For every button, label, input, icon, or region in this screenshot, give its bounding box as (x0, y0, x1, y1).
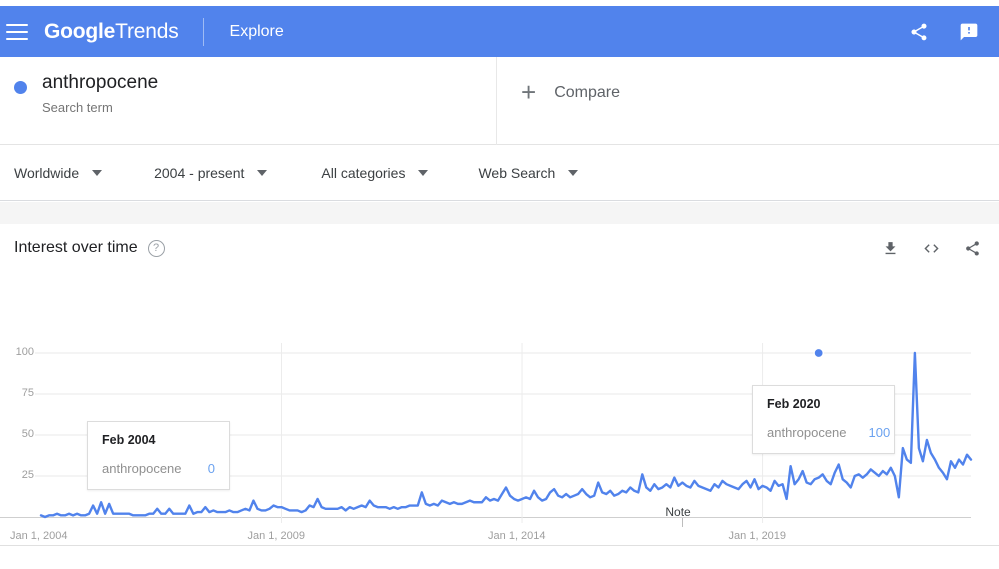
filter-location-label: Worldwide (14, 165, 80, 181)
embed-icon[interactable] (921, 238, 941, 258)
google-trends-page: GoogleTrends Explore anthropocene Search… (0, 0, 999, 569)
brand-trends-text: Trends (115, 19, 179, 43)
card-header: Interest over time ? (0, 224, 999, 272)
tooltip-feb-2004: Feb 2004 anthropocene 0 (87, 421, 230, 490)
share-icon[interactable] (907, 20, 931, 44)
tooltip-value: 100 (868, 425, 891, 440)
share-icon[interactable] (962, 238, 982, 258)
tooltip-value: 0 (207, 461, 215, 476)
y-axis-label-25: 25 (21, 469, 34, 481)
chevron-down-icon (92, 170, 103, 176)
download-icon[interactable] (880, 238, 900, 258)
x-axis-label-2009: Jan 1, 2009 (247, 530, 306, 542)
filter-location[interactable]: Worldwide (14, 165, 103, 181)
topbar-actions (907, 20, 999, 44)
hamburger-icon[interactable] (6, 23, 28, 40)
filter-time-range-label: 2004 - present (154, 165, 245, 181)
compare-label: Compare (554, 84, 620, 101)
tooltip-row: anthropocene 0 (102, 461, 215, 476)
chevron-down-icon (418, 170, 429, 176)
filter-search-type[interactable]: Web Search (478, 165, 579, 181)
chevron-down-icon (568, 170, 579, 176)
search-terms-row: anthropocene Search term + Compare (0, 57, 999, 145)
filter-time-range[interactable]: 2004 - present (154, 165, 268, 181)
section-spacer (0, 202, 999, 224)
y-axis-label-75: 75 (21, 387, 34, 399)
filter-category-label: All categories (321, 165, 406, 181)
brand-google-text: Google (44, 19, 116, 43)
help-icon[interactable]: ? (147, 239, 165, 257)
top-app-bar: GoogleTrends Explore (0, 6, 999, 57)
tooltip-date: Feb 2020 (767, 397, 821, 411)
tooltip-date: Feb 2004 (102, 433, 156, 447)
interest-over-time-card: Interest over time ? 100 75 50 25 Jan 1,… (0, 224, 999, 546)
y-axis-label-100: 100 (15, 346, 34, 358)
filter-search-type-label: Web Search (478, 165, 556, 181)
search-term-subtitle: Search term (42, 100, 113, 115)
feedback-icon[interactable] (957, 20, 981, 44)
google-trends-logo[interactable]: GoogleTrends (44, 20, 179, 44)
series-color-dot (14, 81, 27, 94)
search-term-texts: anthropocene Search term (42, 72, 158, 115)
note-annotation-label[interactable]: Note (665, 505, 690, 519)
x-axis-label-2019: Jan 1, 2019 (728, 530, 787, 542)
search-term-title: anthropocene (42, 72, 159, 93)
y-axis-label-50: 50 (21, 428, 34, 440)
filter-category[interactable]: All categories (321, 165, 429, 181)
x-axis-label-2004: Jan 1, 2004 (10, 530, 68, 542)
search-term-card[interactable]: anthropocene Search term (0, 57, 497, 145)
tooltip-term: anthropocene (102, 461, 182, 476)
plus-icon: + (521, 77, 537, 107)
tooltip-feb-2020: Feb 2020 anthropocene 100 (752, 385, 895, 454)
nav-explore[interactable]: Explore (230, 23, 284, 41)
topbar-divider (202, 17, 204, 46)
tooltip-row: anthropocene 100 (767, 425, 890, 440)
filter-bar: Worldwide 2004 - present All categories … (0, 146, 999, 201)
note-annotation-tick (682, 518, 684, 527)
tooltip-term: anthropocene (767, 425, 847, 440)
chevron-down-icon (257, 170, 268, 176)
x-axis-label-2014: Jan 1, 2014 (488, 530, 546, 542)
interest-over-time-chart[interactable]: 100 75 50 25 Jan 1, 2004 Jan 1, 2009 Jan… (0, 272, 999, 546)
compare-button[interactable]: + Compare (497, 57, 999, 144)
card-tools (880, 238, 999, 258)
card-title: Interest over time (14, 239, 138, 256)
